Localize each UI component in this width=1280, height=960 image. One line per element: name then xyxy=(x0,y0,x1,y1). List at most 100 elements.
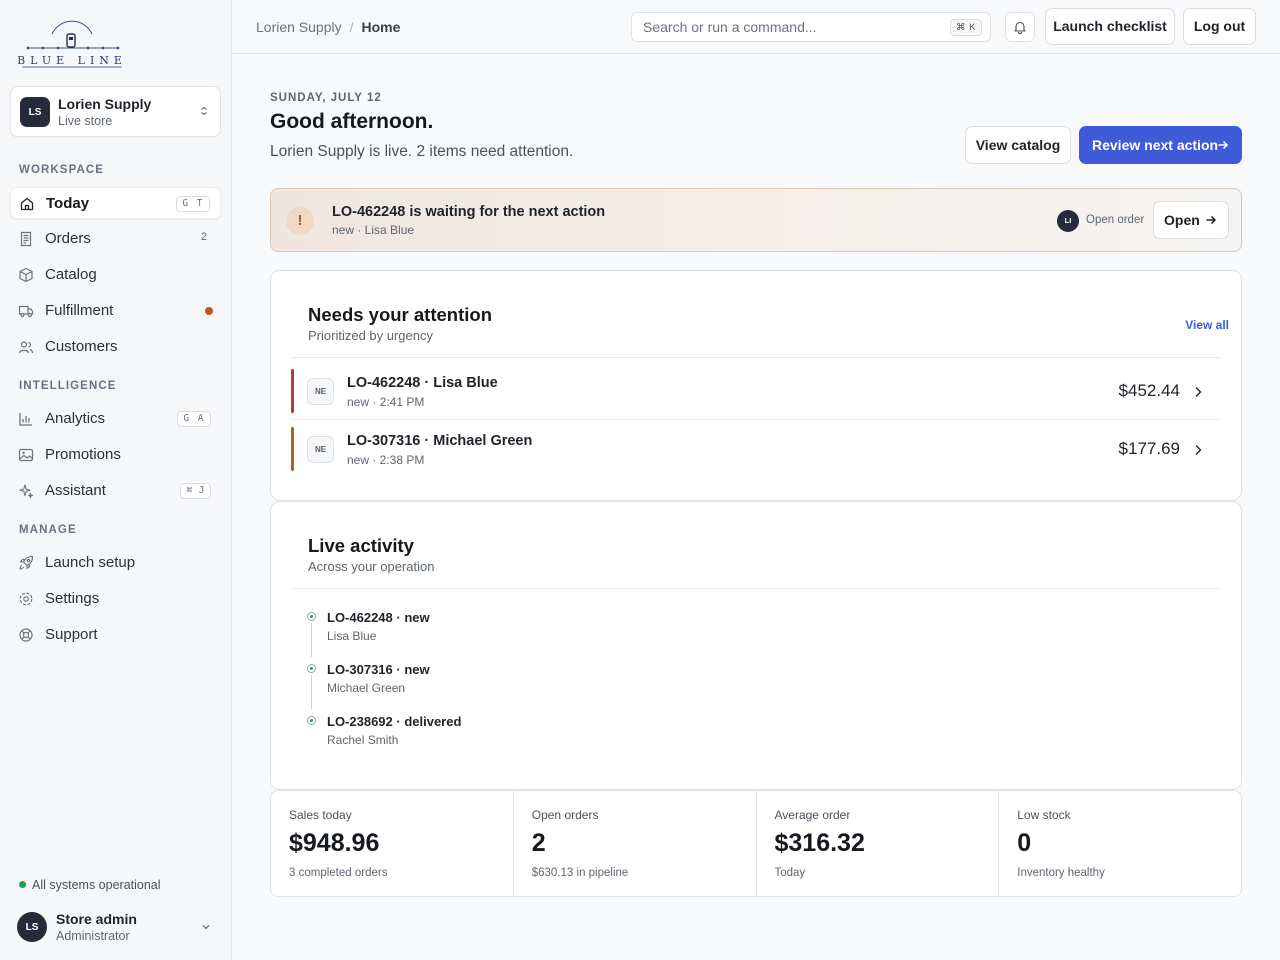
user-name[interactable]: Store admin xyxy=(56,911,137,927)
logout-button[interactable]: Log out xyxy=(1183,8,1256,45)
card-subtitle: Across your operation xyxy=(308,559,435,574)
view-catalog-button[interactable]: View catalog xyxy=(965,126,1071,164)
activity-title: LO-462248 · new xyxy=(327,610,430,625)
timeline-dot xyxy=(307,716,316,725)
sidebar-item-label: Orders xyxy=(45,230,91,247)
arrow-right-icon xyxy=(1206,215,1217,225)
store-name: Lorien Supply xyxy=(58,96,152,112)
sidebar-item-fulfillment[interactable]: Fulfillment xyxy=(10,295,221,327)
command-search-input[interactable]: Search or run a command... ⌘ K xyxy=(631,12,991,42)
live-activity-card: Live activity Across your operation LO-4… xyxy=(270,501,1242,790)
store-switcher[interactable]: LS Lorien Supply Live store xyxy=(10,86,221,137)
review-next-action-button[interactable]: Review next action xyxy=(1079,126,1242,164)
stat-low-stock: Low stock 0 Inventory healthy xyxy=(999,791,1241,896)
system-status: All systems operational xyxy=(19,878,161,892)
sidebar-item-label: Assistant xyxy=(45,482,106,499)
alert-title: LO-462248 is waiting for the next action xyxy=(332,204,606,220)
section-label-manage: MANAGE xyxy=(19,524,77,536)
logo-wordmark: BLUE LINE xyxy=(18,54,127,67)
orders-count-badge: 2 xyxy=(200,231,207,243)
search-shortcut: ⌘ K xyxy=(950,19,982,36)
activity-subtitle: Michael Green xyxy=(327,681,406,695)
alert-meta: Open order xyxy=(1086,214,1145,226)
sidebar-item-analytics[interactable]: Analytics G A xyxy=(10,403,221,435)
attention-row[interactable]: NE LO-462248 · Lisa Blue new · 2:41 PM $… xyxy=(291,359,1222,417)
open-order-button[interactable]: Open xyxy=(1153,201,1229,239)
stat-label: Average order xyxy=(774,808,851,822)
chevron-updown-icon xyxy=(201,106,207,116)
breadcrumb-store[interactable]: Lorien Supply xyxy=(256,19,342,35)
stat-subtext: 3 completed orders xyxy=(289,867,388,879)
order-amount: $177.69 xyxy=(1118,439,1180,458)
stat-sales-today: Sales today $948.96 3 completed orders xyxy=(271,791,514,896)
timeline-dot xyxy=(307,612,316,621)
attention-row-subtitle: new · 2:38 PM xyxy=(347,453,425,467)
activity-item[interactable]: LO-462248 · new Lisa Blue xyxy=(307,606,707,657)
stat-label: Open orders xyxy=(531,808,599,822)
brand-logo[interactable]: BLUE LINE xyxy=(18,14,128,70)
activity-subtitle: Rachel Smith xyxy=(327,733,399,747)
stat-value: $948.96 xyxy=(289,829,380,857)
stat-subtext: Today xyxy=(774,867,806,879)
exclamation-icon: ! xyxy=(286,207,314,235)
attention-row-title: LO-307316 · Michael Green xyxy=(347,433,533,449)
stat-open-orders: Open orders 2 $630.13 in pipeline xyxy=(514,791,757,896)
shortcut-badge: G A xyxy=(177,411,211,427)
notification-dot xyxy=(205,307,213,315)
card-title: Needs your attention xyxy=(308,304,492,325)
stat-value: 2 xyxy=(531,829,546,857)
sidebar-item-catalog[interactable]: Catalog xyxy=(10,259,221,291)
gear-icon xyxy=(19,592,33,606)
users-icon xyxy=(18,341,34,354)
lifebuoy-icon xyxy=(19,628,33,642)
card-subtitle: Prioritized by urgency xyxy=(308,328,433,343)
user-avatar[interactable]: LS xyxy=(17,912,47,942)
activity-item[interactable]: LO-307316 · new Michael Green xyxy=(307,658,707,709)
bar-chart-icon xyxy=(19,413,32,426)
alert-subtitle: new · Lisa Blue xyxy=(332,223,415,237)
sidebar-item-assistant[interactable]: Assistant ⌘ J xyxy=(10,475,221,507)
sidebar-item-orders[interactable]: Orders 2 xyxy=(10,223,221,255)
attention-row-subtitle: new · 2:41 PM xyxy=(347,395,425,409)
store-status: Live store xyxy=(58,114,113,128)
attention-row[interactable]: NE LO-307316 · Michael Green new · 2:38 … xyxy=(291,417,1222,475)
view-all-link[interactable]: View all xyxy=(1185,318,1229,332)
stat-value: $316.32 xyxy=(774,829,865,857)
sidebar-item-label: Launch setup xyxy=(45,554,136,571)
sparkle-icon xyxy=(19,484,34,499)
shortcut-badge: ⌘ J xyxy=(180,483,211,499)
sidebar-item-customers[interactable]: Customers xyxy=(10,331,221,363)
sidebar-item-today[interactable]: Today G T xyxy=(10,187,221,219)
section-label-workspace: WORKSPACE xyxy=(19,164,105,176)
attention-row-title: LO-462248 · Lisa Blue xyxy=(347,375,498,391)
sidebar-item-settings[interactable]: Settings xyxy=(10,583,221,615)
current-date: SUNDAY, JULY 12 xyxy=(270,92,382,104)
notifications-button[interactable] xyxy=(1005,12,1035,42)
timeline-line xyxy=(311,623,312,657)
stat-label: Low stock xyxy=(1017,808,1071,822)
launch-checklist-button[interactable]: Launch checklist xyxy=(1045,8,1175,45)
bell-icon xyxy=(1014,21,1026,34)
activity-subtitle: Lisa Blue xyxy=(327,629,377,643)
stat-label: Sales today xyxy=(289,808,352,822)
system-status-text: All systems operational xyxy=(32,878,161,892)
search-placeholder: Search or run a command... xyxy=(643,19,817,35)
rocket-icon xyxy=(19,555,34,570)
breadcrumb: Lorien Supply / Home xyxy=(256,19,401,35)
sidebar-item-label: Fulfillment xyxy=(45,302,114,319)
sidebar-item-launch-setup[interactable]: Launch setup xyxy=(10,547,221,579)
next-action-alert: ! LO-462248 is waiting for the next acti… xyxy=(270,188,1242,252)
review-next-action-label: Review next action xyxy=(1092,137,1219,153)
stat-subtext: Inventory healthy xyxy=(1017,867,1105,879)
sidebar-item-label: Analytics xyxy=(45,410,106,427)
breadcrumb-current: Home xyxy=(361,19,401,35)
urgency-bar xyxy=(291,369,294,413)
chevron-right-icon xyxy=(1195,445,1202,455)
sidebar-item-label: Today xyxy=(46,195,90,212)
sidebar-item-promotions[interactable]: Promotions xyxy=(10,439,221,471)
activity-item[interactable]: LO-238692 · delivered Rachel Smith xyxy=(307,710,707,758)
sidebar-item-support[interactable]: Support xyxy=(10,619,221,651)
sidebar: BLUE LINE LS Lorien Supply Live store WO… xyxy=(0,0,232,960)
chevron-down-icon[interactable] xyxy=(200,921,212,933)
order-amount: $452.44 xyxy=(1118,381,1180,400)
